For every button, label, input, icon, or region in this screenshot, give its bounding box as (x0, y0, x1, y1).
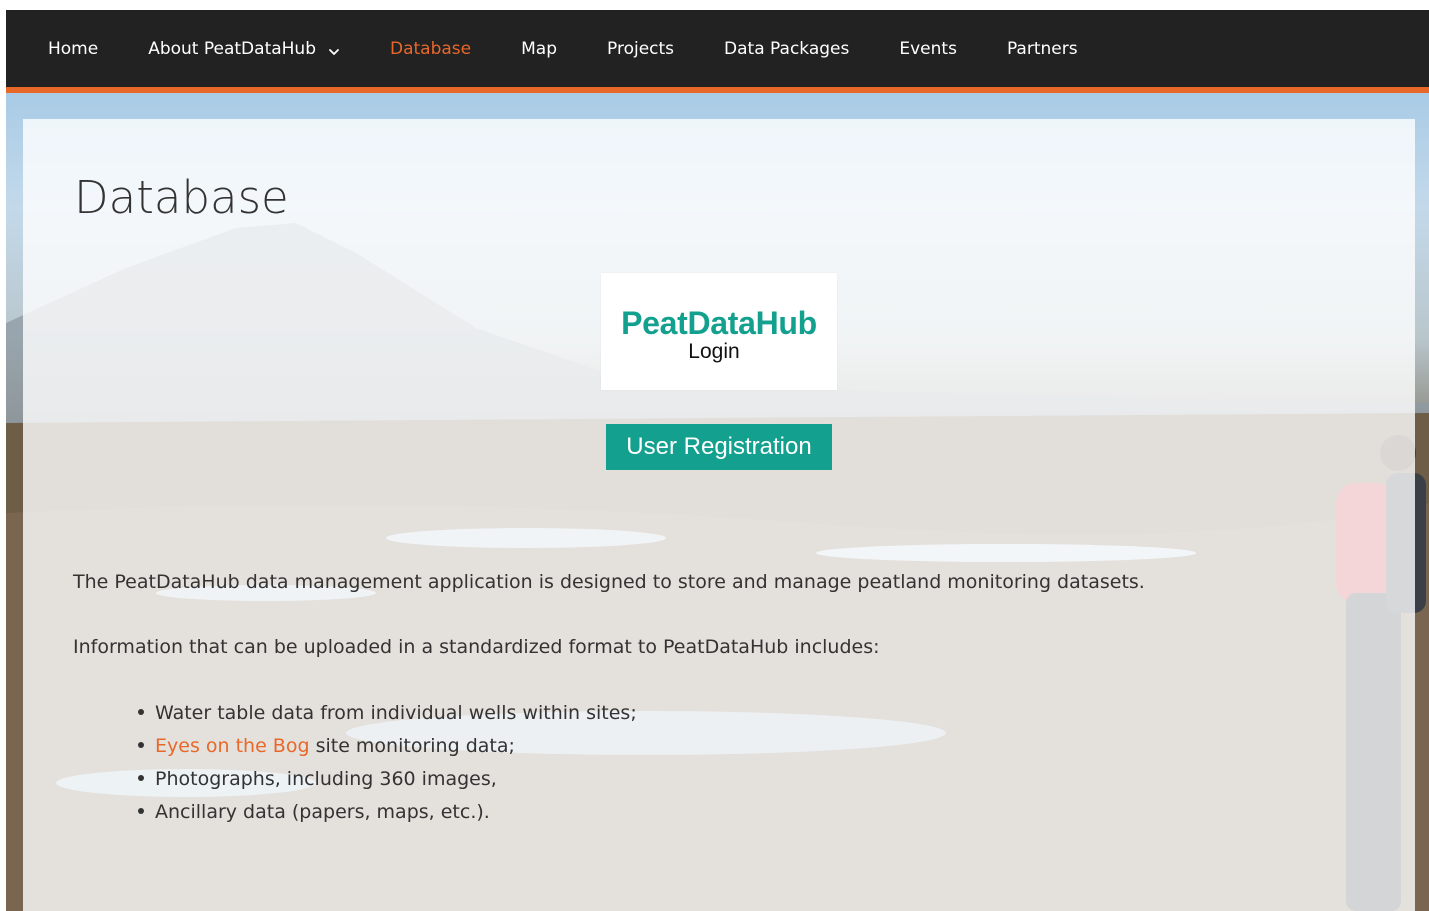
nav-item-label: Partners (1006, 38, 1078, 59)
nav-item-data-packages[interactable]: Data Packages (724, 39, 849, 59)
list-item: Ancillary data (papers, maps, etc.). (138, 800, 637, 833)
nav-item-label: Data Packages (724, 38, 850, 59)
list-item: Water table data from individual wells w… (138, 701, 637, 734)
bullet-icon (138, 708, 144, 715)
nav-item-home[interactable]: Home (48, 39, 98, 59)
nav-item-label: Map (521, 38, 558, 59)
login-button[interactable]: PeatDataHub Login (601, 273, 837, 390)
nav-item-events[interactable]: Events (899, 39, 957, 59)
upload-intro-paragraph: Information that can be uploaded in a st… (73, 636, 880, 658)
list-item-text: Water table data from individual wells w… (155, 702, 637, 724)
list-item-text: Photographs, including 360 images, (155, 768, 497, 790)
bullet-icon (138, 741, 144, 748)
login-brand-text: PeatDataHub (621, 305, 817, 341)
chevron-down-icon (328, 43, 340, 55)
nav-item-database[interactable]: Database (390, 39, 471, 59)
nav-item-about[interactable]: About PeatDataHub (148, 39, 340, 59)
login-label: Login (688, 340, 740, 363)
nav-item-partners[interactable]: Partners (1007, 39, 1078, 59)
page-title: Database (74, 171, 289, 224)
nav-item-label: Database (390, 38, 472, 59)
bullet-icon (138, 807, 144, 814)
nav-item-projects[interactable]: Projects (607, 39, 674, 59)
list-item: Photographs, including 360 images, (138, 767, 637, 800)
nav-item-label: Events (899, 38, 957, 59)
nav-item-label: Projects (607, 38, 675, 59)
list-item-text: Ancillary data (papers, maps, etc.). (155, 801, 490, 823)
eyes-on-the-bog-link[interactable]: Eyes on the Bog (155, 735, 310, 757)
nav-item-label: Home (48, 38, 99, 59)
nav-item-label: About PeatDataHub (148, 38, 316, 59)
content-panel: Database PeatDataHub Login User Registra… (23, 119, 1415, 911)
bullet-icon (138, 774, 144, 781)
user-registration-button[interactable]: User Registration (606, 424, 832, 470)
feature-list: Water table data from individual wells w… (138, 701, 637, 833)
main-navbar: Home About PeatDataHub Database Map Proj… (6, 10, 1429, 93)
list-item: Eyes on the Bog site monitoring data; (138, 734, 637, 767)
nav-item-map[interactable]: Map (521, 39, 557, 59)
intro-paragraph: The PeatDataHub data management applicat… (73, 571, 1145, 593)
nav-menu: Home About PeatDataHub Database Map Proj… (6, 10, 1429, 87)
list-item-text: site monitoring data; (309, 735, 515, 757)
